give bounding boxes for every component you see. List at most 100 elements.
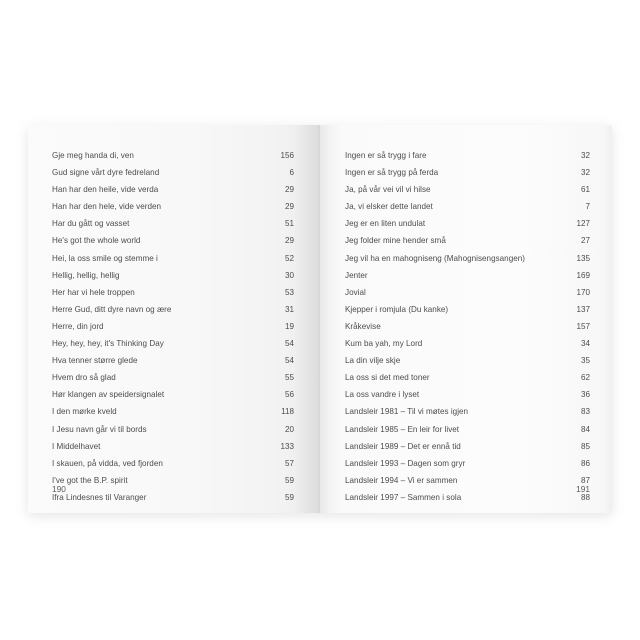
index-entry-title: I've got the B.P. spirit xyxy=(52,475,128,485)
index-entry-page-number: 32 xyxy=(580,168,590,178)
index-entry-title: Gud signe vårt dyre fedreland xyxy=(52,168,160,178)
index-entry: Landsleir 1993 – Dagen som gryr 86 xyxy=(345,455,590,472)
index-entry-page-number: 156 xyxy=(280,151,294,160)
index-entry-title: I Middelhavet xyxy=(52,441,101,451)
index-entry: He's got the whole world 29 xyxy=(52,232,294,249)
index-entry-title: Kum ba yah, my Lord xyxy=(345,339,423,349)
index-entry-title: Har du gått og vasset xyxy=(52,219,130,229)
index-entry-page-number: 29 xyxy=(284,185,294,195)
index-entry-page-number: 36 xyxy=(580,390,590,400)
index-entry: Hvem dro så glad 55 xyxy=(52,369,294,386)
left-page-index-list: Gje meg handa di, ven 156 Gud signe vårt d… xyxy=(52,147,294,506)
index-entry: Landsleir 1994 – Vi er sammen 87 xyxy=(345,472,590,489)
index-entry: La oss si det med toner 62 xyxy=(345,369,590,386)
index-entry-page-number: 34 xyxy=(580,339,590,349)
index-entry-title: Jenter xyxy=(345,270,368,280)
index-entry-title: Ingen er så trygg på ferda xyxy=(345,168,439,178)
index-entry: Kråkevise 157 xyxy=(345,318,590,335)
index-entry-page-number: 7 xyxy=(585,202,590,212)
index-entry: Herre Gud, ditt dyre navn og ære 31 xyxy=(52,301,294,318)
index-entry-title: Hei, la oss smile og stemme i xyxy=(52,253,158,263)
index-entry-page-number: 29 xyxy=(284,202,294,212)
index-entry-page-number: 57 xyxy=(284,458,294,468)
index-entry: Har du gått og vasset 51 xyxy=(52,215,294,232)
index-entry-title: Hør klangen av speidersignalet xyxy=(52,390,165,400)
index-entry: Gud signe vårt dyre fedreland 6 xyxy=(52,164,294,181)
index-entry: I den mørke kveld 118 xyxy=(52,403,294,420)
index-entry-title: I den mørke kveld xyxy=(52,407,117,417)
index-entry-page-number: 137 xyxy=(576,304,590,314)
index-entry-page-number: 61 xyxy=(580,185,590,195)
index-entry-title: Landsleir 1989 – Det er ennå tid xyxy=(345,441,461,451)
index-entry: I skauen, på vidda, ved fjorden 57 xyxy=(52,455,294,472)
index-entry-page-number: 169 xyxy=(576,270,590,280)
index-entry-page-number: 52 xyxy=(284,253,294,263)
index-entry-page-number: 83 xyxy=(580,407,590,417)
left-page: Gje meg handa di, ven 156 Gud signe vårt d… xyxy=(28,125,320,513)
index-entry: Her har vi hele troppen 53 xyxy=(52,284,294,301)
index-entry-page-number: 135 xyxy=(576,253,590,263)
index-entry: Jeg vil ha en mahogniseng (Mahognisengsa… xyxy=(345,250,590,267)
index-entry-title: Kjepper i romjula (Du kanke) xyxy=(345,304,449,314)
index-entry-page-number: 85 xyxy=(580,441,590,451)
index-entry-title: Kråkevise xyxy=(345,321,381,331)
index-entry-page-number: 27 xyxy=(580,236,590,246)
index-entry-page-number: 127 xyxy=(576,219,590,229)
index-entry: Ifra Lindesnes til Varanger 59 xyxy=(52,489,294,506)
index-entry-page-number: 54 xyxy=(284,339,294,349)
right-page-index-list: Ingen er så trygg i fare 32 Ingen er så tr… xyxy=(345,147,590,506)
index-entry-title: Hellig, hellig, hellig xyxy=(52,270,120,280)
index-entry: Ja, på vår vei vil vi hilse 61 xyxy=(345,181,590,198)
index-entry-page-number: 32 xyxy=(580,151,590,160)
index-entry: Herre, din jord 19 xyxy=(52,318,294,335)
index-entry-title: Landsleir 1997 – Sammen i sola xyxy=(345,492,462,502)
index-entry: La din vilje skje 35 xyxy=(345,352,590,369)
index-entry: Han har den hele, vide verden 29 xyxy=(52,198,294,215)
index-entry: Ja, vi elsker dette landet 7 xyxy=(345,198,590,215)
index-entry-title: He's got the whole world xyxy=(52,236,141,246)
index-entry: Hellig, hellig, hellig 30 xyxy=(52,267,294,284)
index-entry: Kjepper i romjula (Du kanke) 137 xyxy=(345,301,590,318)
index-entry-title: Gje meg handa di, ven xyxy=(52,151,134,160)
index-entry-page-number: 6 xyxy=(289,168,294,178)
index-entry: Hva tenner større glede 54 xyxy=(52,352,294,369)
index-entry-title: Herre Gud, ditt dyre navn og ære xyxy=(52,304,172,314)
index-entry-title: Landsleir 1985 – En leir for livet xyxy=(345,424,460,434)
index-entry-page-number: 35 xyxy=(580,356,590,366)
index-entry-page-number: 55 xyxy=(284,373,294,383)
index-entry-page-number: 51 xyxy=(284,219,294,229)
index-entry-title: Ja, på vår vei vil vi hilse xyxy=(345,185,431,195)
left-page-spine-shading xyxy=(294,125,320,513)
index-entry: Landsleir 1989 – Det er ennå tid 85 xyxy=(345,438,590,455)
index-entry: Jeg er en liten undulat 127 xyxy=(345,215,590,232)
index-entry-title: Hvem dro så glad xyxy=(52,373,116,383)
index-entry-title: I skauen, på vidda, ved fjorden xyxy=(52,458,163,468)
index-entry: Jovial 170 xyxy=(345,284,590,301)
index-entry: Jeg folder mine hender små 27 xyxy=(345,232,590,249)
index-entry-page-number: 62 xyxy=(580,373,590,383)
index-entry-page-number: 56 xyxy=(284,390,294,400)
index-entry-title: Han har den heile, vide verda xyxy=(52,185,159,195)
index-entry: Landsleir 1997 – Sammen i sola 88 xyxy=(345,489,590,506)
open-book-spread: Gje meg handa di, ven 156 Gud signe vårt d… xyxy=(28,125,612,513)
index-entry-page-number: 59 xyxy=(284,475,294,485)
index-entry-page-number: 19 xyxy=(284,321,294,331)
index-entry-page-number: 170 xyxy=(576,287,590,297)
index-entry-title: La oss si det med toner xyxy=(345,373,430,383)
index-entry-title: La oss vandre i lyset xyxy=(345,390,420,400)
index-entry: La oss vandre i lyset 36 xyxy=(345,386,590,403)
index-entry-page-number: 30 xyxy=(284,270,294,280)
index-entry: Kum ba yah, my Lord 34 xyxy=(345,335,590,352)
index-entry-page-number: 54 xyxy=(284,356,294,366)
index-entry: I've got the B.P. spirit 59 xyxy=(52,472,294,489)
index-entry-title: Her har vi hele troppen xyxy=(52,287,135,297)
index-entry-title: Landsleir 1994 – Vi er sammen xyxy=(345,475,458,485)
index-entry: I Jesu navn går vi til bords 20 xyxy=(52,421,294,438)
index-entry-page-number: 53 xyxy=(284,287,294,297)
index-entry-title: Ifra Lindesnes til Varanger xyxy=(52,492,147,502)
index-entry: Hei, la oss smile og stemme i 52 xyxy=(52,250,294,267)
index-entry-title: Landsleir 1993 – Dagen som gryr xyxy=(345,458,466,468)
index-entry-title: I Jesu navn går vi til bords xyxy=(52,424,147,434)
index-entry-page-number: 20 xyxy=(284,424,294,434)
index-entry: Gje meg handa di, ven 156 xyxy=(52,147,294,164)
